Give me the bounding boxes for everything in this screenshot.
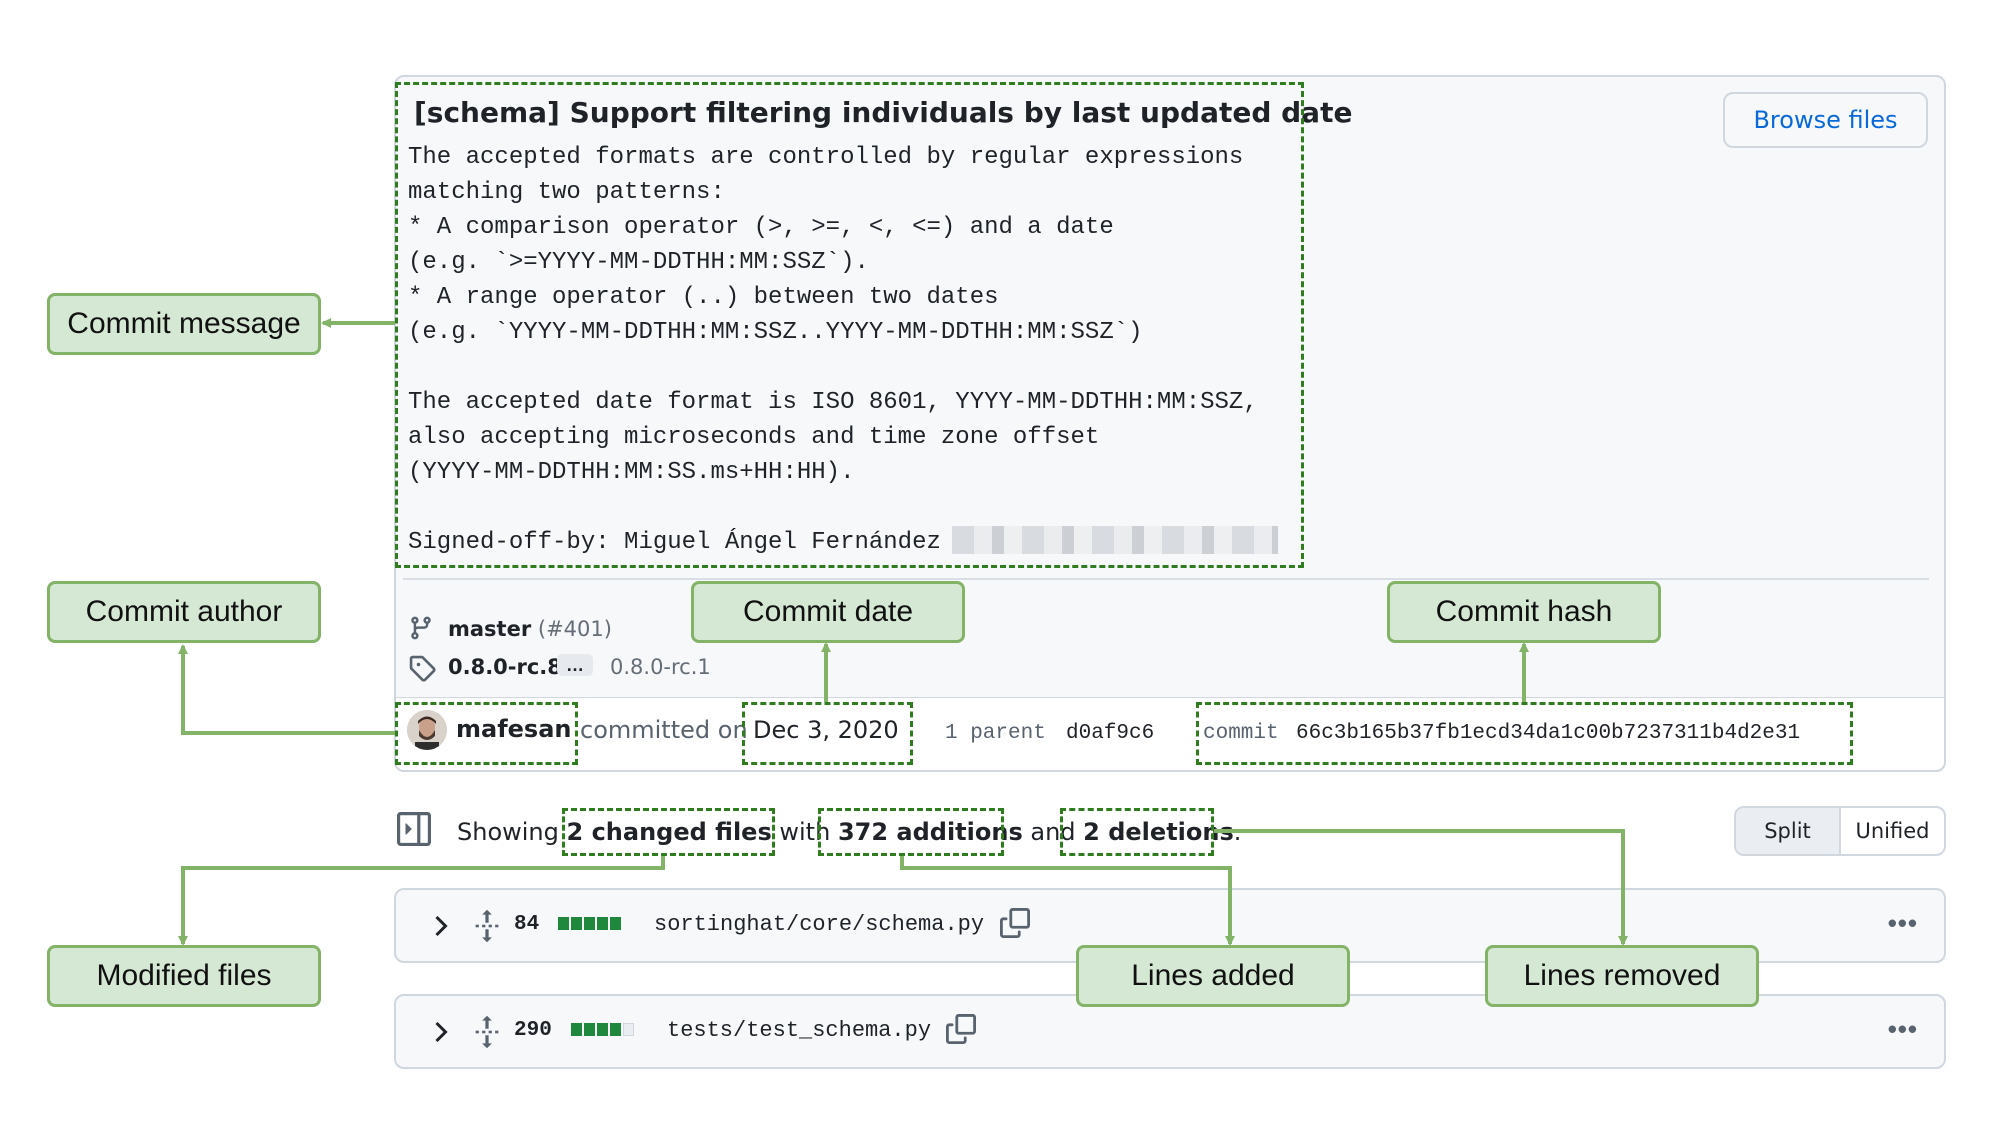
- callout-modified-files: Modified files: [47, 945, 321, 1007]
- callout-lines-added: Lines added: [1076, 945, 1350, 1007]
- callout-commit-author: Commit author: [47, 581, 321, 643]
- callout-commit-message: Commit message: [47, 293, 321, 355]
- callout-lines-removed: Lines removed: [1485, 945, 1759, 1007]
- callout-commit-date: Commit date: [691, 581, 965, 643]
- callout-commit-hash: Commit hash: [1387, 581, 1661, 643]
